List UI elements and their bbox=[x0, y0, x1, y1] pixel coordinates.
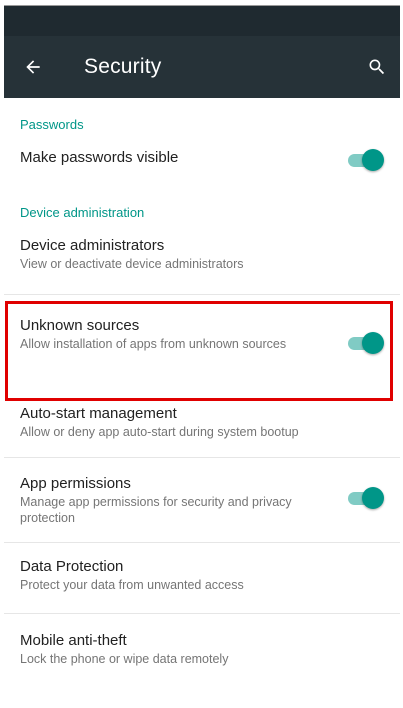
setting-data-protection[interactable]: Data Protection Protect your data from u… bbox=[4, 543, 400, 613]
section-header-passwords: Passwords bbox=[20, 117, 84, 132]
arrow-back-icon bbox=[26, 60, 40, 74]
page-title: Security bbox=[84, 55, 162, 78]
setting-subtitle: View or deactivate device administrators bbox=[20, 257, 244, 271]
setting-subtitle: Lock the phone or wipe data remotely bbox=[20, 652, 229, 666]
toggle-thumb bbox=[362, 487, 384, 509]
setting-subtitle: Protect your data from unwanted access bbox=[20, 578, 244, 592]
make-passwords-visible-toggle[interactable] bbox=[344, 148, 384, 172]
setting-unknown-sources[interactable]: Unknown sources Allow installation of ap… bbox=[4, 295, 400, 387]
setting-auto-start-management[interactable]: Auto-start management Allow or deny app … bbox=[4, 387, 400, 457]
setting-title: App permissions bbox=[20, 475, 131, 492]
status-bar bbox=[4, 6, 400, 36]
setting-title: Auto-start management bbox=[20, 405, 177, 422]
security-settings-screen: Security Passwords Make passwords visibl… bbox=[4, 5, 400, 706]
setting-title: Make passwords visible bbox=[20, 149, 179, 166]
setting-subtitle: Allow installation of apps from unknown … bbox=[20, 337, 287, 351]
unknown-sources-toggle[interactable] bbox=[344, 331, 384, 355]
setting-title: Mobile anti-theft bbox=[20, 632, 127, 649]
setting-title: Device administrators bbox=[20, 237, 165, 254]
setting-device-administrators[interactable]: Device administrators View or deactivate… bbox=[4, 228, 400, 294]
app-permissions-toggle[interactable] bbox=[344, 486, 384, 510]
search-icon bbox=[369, 59, 385, 75]
section-header-device-administration: Device administration bbox=[20, 205, 145, 220]
setting-mobile-anti-theft[interactable]: Mobile anti-theft Lock the phone or wipe… bbox=[4, 614, 400, 680]
setting-make-passwords-visible[interactable]: Make passwords visible bbox=[4, 140, 400, 186]
toggle-thumb bbox=[362, 149, 384, 171]
back-button[interactable] bbox=[16, 50, 50, 84]
search-button[interactable] bbox=[360, 50, 394, 84]
app-bar: Security bbox=[4, 36, 400, 98]
toggle-thumb bbox=[362, 332, 384, 354]
setting-subtitle: Allow or deny app auto-start during syst… bbox=[20, 425, 299, 439]
setting-app-permissions[interactable]: App permissions Manage app permissions f… bbox=[4, 458, 400, 542]
setting-subtitle: Manage app permissions for security and … bbox=[20, 495, 292, 525]
setting-title: Data Protection bbox=[20, 558, 124, 575]
setting-title: Unknown sources bbox=[20, 317, 140, 334]
